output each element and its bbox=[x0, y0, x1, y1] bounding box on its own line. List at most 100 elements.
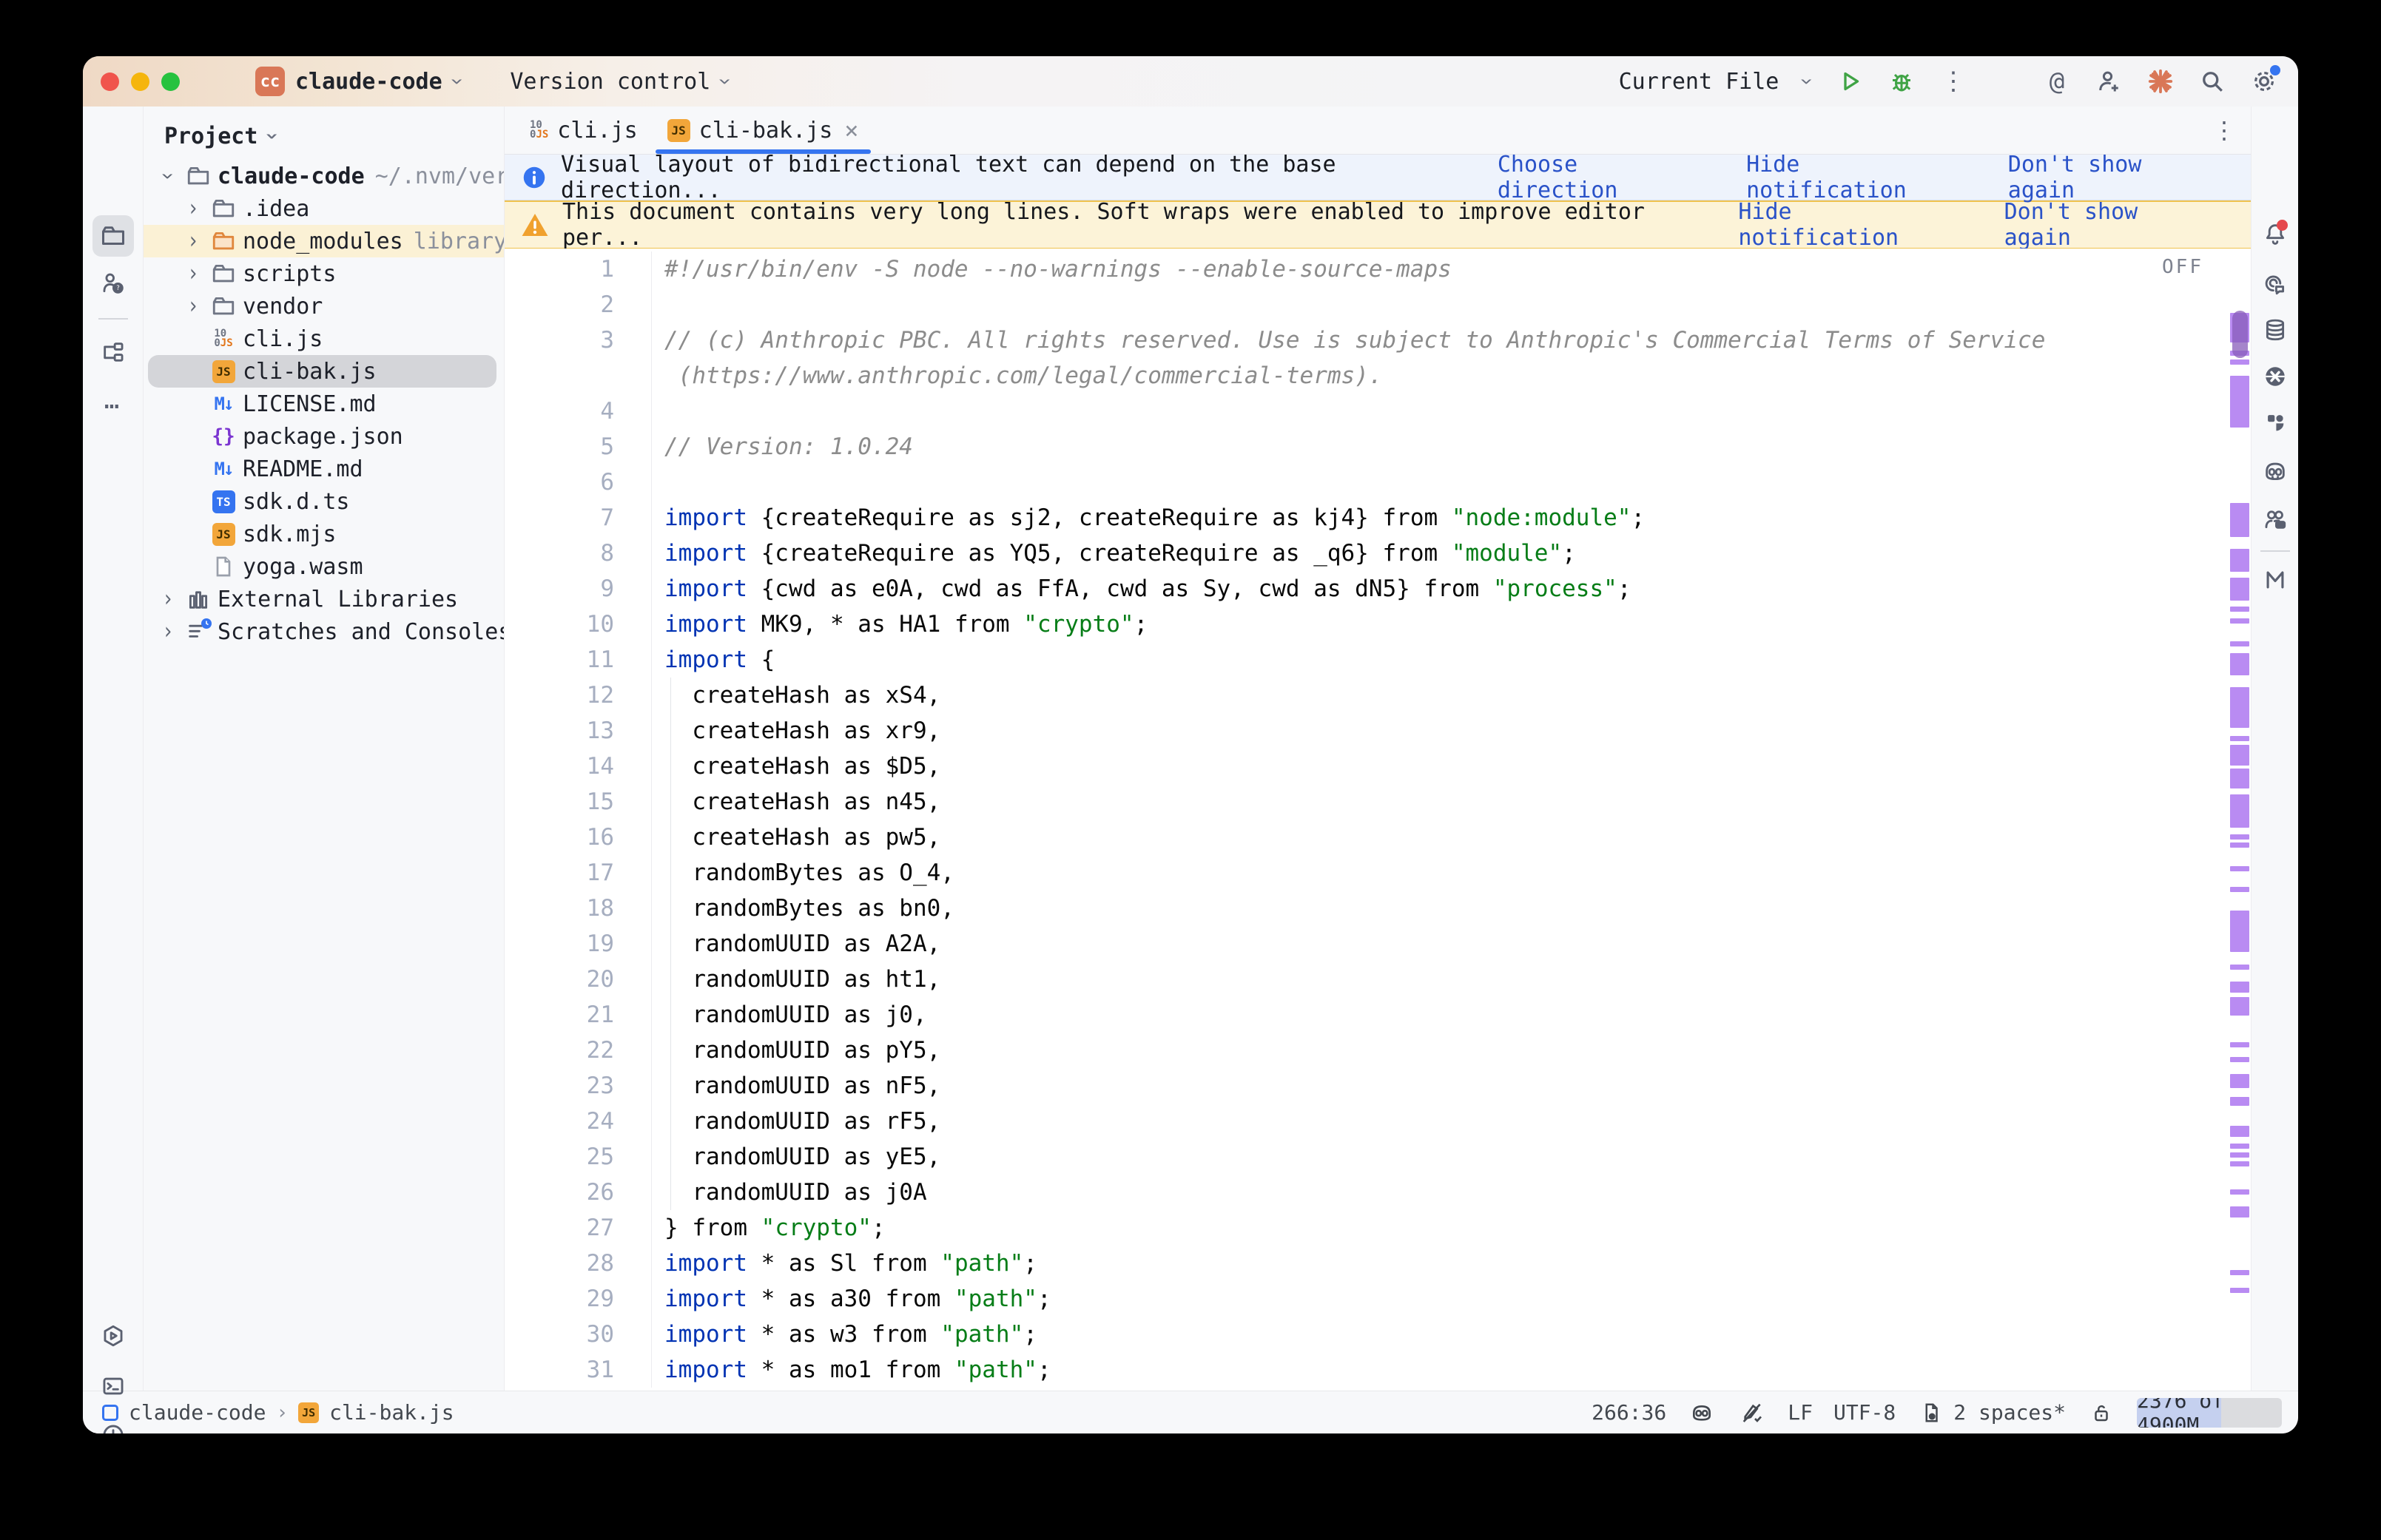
project-tool-icon[interactable] bbox=[92, 215, 134, 257]
chevron-down-icon: › bbox=[712, 75, 738, 87]
tree-item-vendor[interactable]: ›vendor bbox=[144, 290, 504, 322]
run-configuration-select[interactable]: Current File bbox=[1619, 69, 1779, 95]
code-line: 31import * as mo1 from "path"; bbox=[505, 1352, 2251, 1388]
banner-link[interactable]: Don't show again bbox=[2008, 152, 2215, 203]
banner-link[interactable]: Don't show again bbox=[2004, 199, 2215, 251]
copilot-status-icon[interactable] bbox=[1687, 1398, 1717, 1428]
more-icon[interactable]: ⋮ bbox=[1939, 67, 1968, 96]
more-tools-icon[interactable]: … bbox=[104, 385, 121, 415]
lock-open-icon[interactable] bbox=[2087, 1398, 2116, 1428]
tree-item-sdk.d.ts[interactable]: TSsdk.d.ts bbox=[144, 485, 504, 518]
analysis-mark bbox=[2230, 1189, 2249, 1195]
settings-icon[interactable] bbox=[2249, 67, 2279, 96]
banner-link[interactable]: Choose direction bbox=[1498, 152, 1705, 203]
code-text: randomUUID as ht1, bbox=[652, 962, 940, 997]
breadcrumb-project[interactable]: claude-code bbox=[129, 1400, 266, 1425]
at-icon[interactable]: @ bbox=[2042, 67, 2072, 96]
close-window-button[interactable] bbox=[101, 72, 119, 91]
tree-item-claude-code[interactable]: ›claude-code~/.nvm/vers bbox=[144, 160, 504, 192]
notifications-icon[interactable] bbox=[2263, 221, 2288, 249]
tree-item-package.json[interactable]: {}package.json bbox=[144, 420, 504, 453]
line-number: 30 bbox=[505, 1317, 652, 1352]
tree-item-yoga.wasm[interactable]: yoga.wasm bbox=[144, 550, 504, 583]
code-line: 14 createHash as $D5, bbox=[505, 749, 2251, 784]
close-icon[interactable]: × bbox=[844, 116, 858, 144]
breadcrumb-file[interactable]: cli-bak.js bbox=[329, 1400, 454, 1425]
svg-text:?: ? bbox=[115, 285, 119, 292]
tree-item-Scratches and Consoles[interactable]: › Scratches and Consoles bbox=[144, 615, 504, 648]
line-number: 22 bbox=[505, 1033, 652, 1068]
code-with-me-icon[interactable] bbox=[2263, 507, 2288, 532]
minified-js-icon: 100JS bbox=[530, 121, 548, 140]
pull-requests-icon[interactable]: ? bbox=[101, 271, 126, 296]
tree-item-node_modules[interactable]: ›node_moduleslibrary bbox=[144, 225, 504, 257]
banner-link[interactable]: Hide notification bbox=[1738, 199, 1962, 251]
line-ending-indicator[interactable]: LF bbox=[1788, 1400, 1813, 1425]
banner-link[interactable]: Hide notification bbox=[1746, 152, 1967, 203]
memory-indicator[interactable]: 2376 of 4900M bbox=[2137, 1398, 2282, 1428]
project-menu[interactable]: claude-code bbox=[295, 69, 442, 95]
indent-indicator[interactable]: 2 spaces* bbox=[1916, 1398, 2066, 1428]
m-plugin-icon[interactable] bbox=[2263, 567, 2288, 592]
line-number: 17 bbox=[505, 855, 652, 891]
banner-text: This document contains very long lines. … bbox=[562, 199, 1725, 251]
copilot-icon[interactable] bbox=[2263, 459, 2288, 484]
chevron-right-icon[interactable]: › bbox=[179, 230, 207, 252]
tree-item-External Libraries[interactable]: ›External Libraries bbox=[144, 583, 504, 615]
tree-item-label: Scratches and Consoles bbox=[218, 619, 504, 645]
tab-cli-bak.js[interactable]: JScli-bak.js× bbox=[653, 107, 874, 154]
terminal-icon[interactable] bbox=[101, 1374, 126, 1399]
tree-item-cli.js[interactable]: 100JScli.js bbox=[144, 322, 504, 355]
x-plugin-icon[interactable] bbox=[2263, 364, 2288, 389]
ai-assistant-icon[interactable] bbox=[2263, 271, 2288, 297]
inspections-off-icon[interactable] bbox=[1737, 1398, 1767, 1428]
tree-item-scripts[interactable]: ›scripts bbox=[144, 257, 504, 290]
caret-position[interactable]: 266:36 bbox=[1592, 1400, 1666, 1425]
chevron-right-icon[interactable]: › bbox=[154, 621, 182, 643]
code-line: 5// Version: 1.0.24 bbox=[505, 429, 2251, 465]
scrollbar-error-stripe[interactable] bbox=[2229, 249, 2251, 1391]
run-icon[interactable] bbox=[1835, 67, 1865, 96]
code-text: // Version: 1.0.24 bbox=[652, 429, 913, 465]
tree-item-README.md[interactable]: M↓README.md bbox=[144, 453, 504, 485]
vcs-menu[interactable]: Version control bbox=[510, 69, 710, 95]
code-line: 29import * as a30 from "path"; bbox=[505, 1281, 2251, 1317]
line-number: 1 bbox=[505, 251, 652, 287]
claude-icon[interactable] bbox=[2146, 67, 2175, 96]
tree-item-cli-bak.js[interactable]: JScli-bak.js bbox=[148, 355, 496, 388]
chevron-right-icon[interactable]: › bbox=[179, 263, 207, 285]
project-panel-header[interactable]: Project › bbox=[144, 117, 504, 155]
structure-icon[interactable] bbox=[101, 340, 126, 365]
chevron-down-icon[interactable]: › bbox=[154, 165, 182, 187]
tab-list-more-icon[interactable]: ⋮ bbox=[2212, 116, 2236, 144]
encoding-indicator[interactable]: UTF-8 bbox=[1833, 1400, 1896, 1425]
search-icon[interactable] bbox=[2198, 67, 2227, 96]
code-editor[interactable]: 1#!/usr/bin/env -S node --no-warnings --… bbox=[505, 249, 2251, 1391]
tree-item-sdk.mjs[interactable]: JSsdk.mjs bbox=[144, 518, 504, 550]
add-user-icon[interactable] bbox=[2094, 67, 2124, 96]
problems-icon[interactable] bbox=[101, 1422, 126, 1433]
libraries-icon bbox=[182, 587, 215, 612]
services-icon[interactable] bbox=[101, 1323, 126, 1348]
js-icon: JS bbox=[667, 119, 690, 142]
plugin-shape-icon[interactable] bbox=[2263, 410, 2288, 435]
chevron-right-icon[interactable]: › bbox=[154, 588, 182, 610]
database-icon[interactable] bbox=[2263, 317, 2288, 342]
tab-cli.js[interactable]: 100JScli.js bbox=[515, 107, 653, 154]
soft-wrap-indicator[interactable]: OFF bbox=[2162, 256, 2203, 278]
tree-item-LICENSE.md[interactable]: M↓LICENSE.md bbox=[144, 388, 504, 420]
line-number: 18 bbox=[505, 891, 652, 926]
left-tool-strip: ?… bbox=[83, 107, 144, 1391]
line-number: 28 bbox=[505, 1246, 652, 1281]
debug-icon[interactable] bbox=[1887, 67, 1916, 96]
chevron-right-icon[interactable]: › bbox=[179, 197, 207, 220]
minimize-window-button[interactable] bbox=[131, 72, 149, 91]
chevron-right-icon[interactable]: › bbox=[179, 295, 207, 317]
tree-item-.idea[interactable]: ›.idea bbox=[144, 192, 504, 225]
title-bar: cc claude-code › Version control › Curre… bbox=[83, 56, 2298, 107]
line-number: 21 bbox=[505, 997, 652, 1033]
project-tree: ›claude-code~/.nvm/vers›.idea›node_modul… bbox=[144, 155, 504, 1391]
scrollbar-thumb[interactable] bbox=[2232, 311, 2248, 358]
code-text: import MK9, * as HA1 from "crypto"; bbox=[652, 607, 1148, 642]
zoom-window-button[interactable] bbox=[161, 72, 180, 91]
